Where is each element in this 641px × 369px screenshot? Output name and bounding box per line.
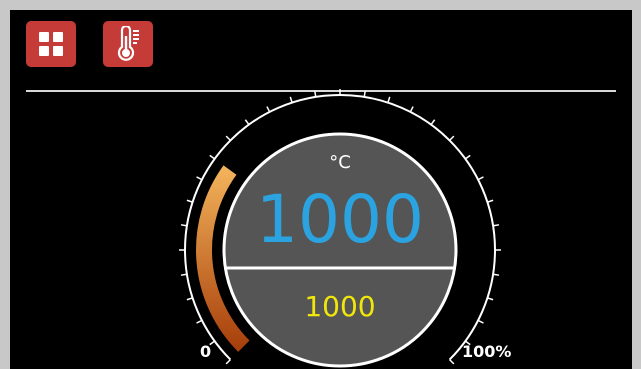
scale-max-label: 100% bbox=[462, 342, 512, 361]
actual-temperature: 1000 bbox=[256, 181, 424, 258]
setpoint-temperature[interactable]: 1000 bbox=[250, 290, 430, 324]
scale-min-label: 0 bbox=[200, 342, 212, 361]
controller-screen: °C 1000 1000 0 100% bbox=[10, 10, 632, 369]
temperature-unit: °C bbox=[329, 152, 351, 173]
